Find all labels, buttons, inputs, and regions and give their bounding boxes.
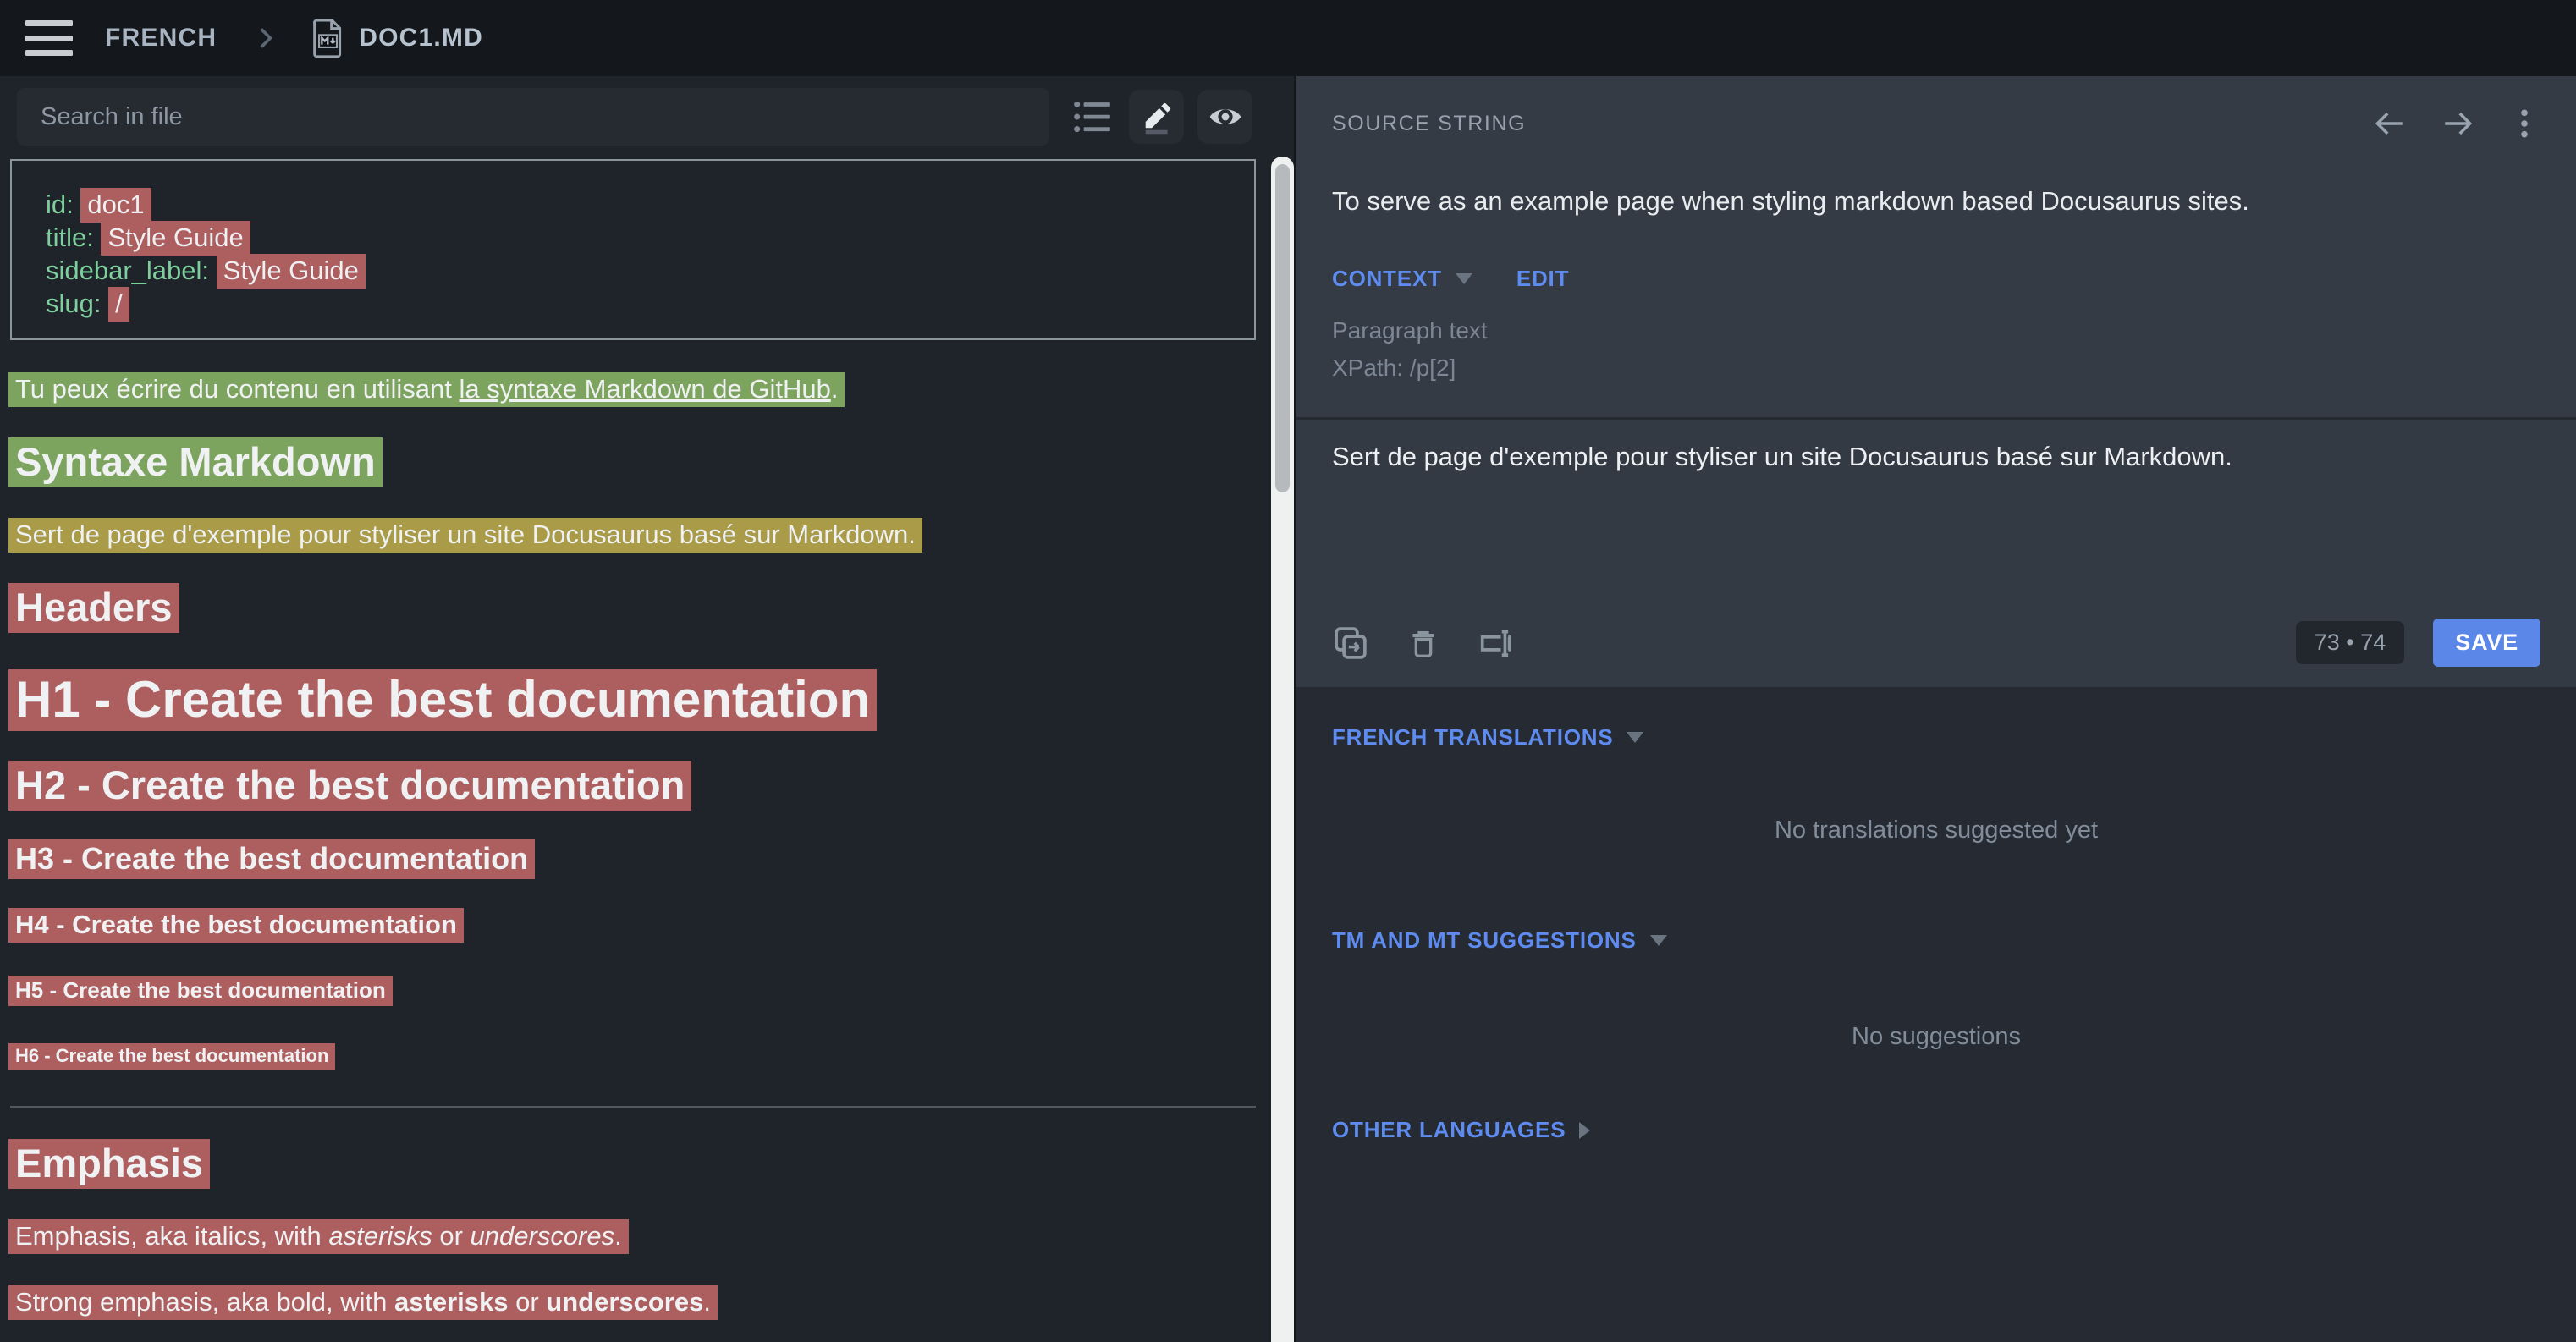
hamburger-icon	[25, 20, 73, 26]
horizontal-rule	[10, 1106, 1256, 1108]
scrollbar-track[interactable]	[1271, 157, 1294, 1342]
arrow-right-icon	[2439, 106, 2478, 141]
triangle-down-icon	[1650, 935, 1667, 946]
doc-heading-string-h6[interactable]: H6 - Create the best documentation	[8, 1044, 1261, 1067]
chevron-right-icon	[250, 21, 279, 55]
doc-heading-string-h2[interactable]: Headers	[8, 584, 1261, 631]
more-options-button[interactable]	[2508, 105, 2540, 142]
translation-panel: SOURCE STRING	[1296, 76, 2576, 1342]
menu-button[interactable]	[25, 20, 74, 56]
text-cursor-icon	[1478, 624, 1515, 662]
translation-editor-card: Sert de page d'exemple pour styliser un …	[1296, 420, 2576, 687]
source-string-card: SOURCE STRING	[1296, 76, 2576, 417]
topbar: FRENCH DOC1.MD	[0, 0, 2576, 76]
source-string-text: To serve as an example page when styling…	[1332, 186, 2540, 217]
search-input[interactable]	[17, 88, 1049, 146]
preview-mode-button[interactable]	[1197, 90, 1252, 144]
frontmatter-line[interactable]: id: doc1	[46, 188, 1220, 221]
context-row: CONTEXT EDIT	[1332, 266, 2540, 292]
doc-paragraph-string[interactable]: Emphasis, aka italics, with asterisks or…	[8, 1219, 1261, 1253]
scrollbar-thumb[interactable]	[1275, 164, 1290, 492]
kebab-menu-icon	[2508, 105, 2540, 142]
doc-heading-string-h3[interactable]: H3 - Create the best documentation	[8, 841, 1261, 877]
char-count-badge: 73 • 74	[2296, 621, 2405, 664]
next-string-button[interactable]	[2439, 106, 2478, 141]
frontmatter-line[interactable]: title: Style Guide	[46, 221, 1220, 254]
source-string-label: SOURCE STRING	[1332, 112, 1526, 136]
doc-heading-string-h2[interactable]: Emphasis	[8, 1140, 1261, 1187]
list-icon	[1070, 96, 1115, 138]
no-suggestions-message: No suggestions	[1332, 1023, 2540, 1051]
doc-blocks: Tu peux écrire du contenu en utilisant l…	[8, 372, 1261, 1319]
doc-heading-string-h2[interactable]: H2 - Create the best documentation	[8, 762, 1261, 809]
doc-paragraph-string[interactable]: Sert de page d'exemple pour styliser un …	[8, 518, 1261, 552]
copy-source-button[interactable]	[1332, 624, 1369, 662]
main-split: id: doc1title: Style Guidesidebar_label:…	[0, 76, 2576, 1342]
triangle-down-icon	[1627, 732, 1643, 743]
translation-input[interactable]: Sert de page d'exemple pour styliser un …	[1332, 442, 2540, 472]
triangle-right-icon	[1579, 1122, 1590, 1139]
doc-heading-string-h2[interactable]: Syntaxe Markdown	[8, 438, 1261, 486]
markdown-file-icon	[311, 18, 345, 58]
no-translations-message: No translations suggested yet	[1332, 817, 2540, 844]
breadcrumb: FRENCH DOC1.MD	[74, 18, 483, 58]
pencil-icon	[1139, 99, 1175, 135]
context-toggle[interactable]: CONTEXT	[1332, 266, 1472, 292]
copy-source-icon	[1332, 624, 1369, 662]
frontmatter-line[interactable]: sidebar_label: Style Guide	[46, 254, 1220, 287]
other-languages-toggle[interactable]: OTHER LANGUAGES	[1332, 1117, 1590, 1143]
file-toolbar	[0, 76, 1269, 146]
breadcrumb-project[interactable]: FRENCH	[105, 24, 217, 52]
delete-translation-button[interactable]	[1406, 624, 1440, 662]
eye-icon	[1206, 98, 1245, 135]
triangle-down-icon	[1456, 273, 1472, 284]
doc-heading-string-h1[interactable]: H1 - Create the best documentation	[8, 670, 1261, 729]
document-body: id: doc1title: Style Guidesidebar_label:…	[0, 146, 1269, 1342]
string-list-button[interactable]	[1070, 96, 1115, 138]
breadcrumb-file[interactable]: DOC1.MD	[359, 24, 483, 52]
trash-icon	[1406, 624, 1440, 662]
suggestions-area: FRENCH TRANSLATIONS No translations sugg…	[1296, 687, 2576, 1342]
app-window: FRENCH DOC1.MD	[0, 0, 2576, 1342]
editor-toolbar: 73 • 74 SAVE	[1332, 619, 2540, 687]
arrow-left-icon	[2370, 106, 2408, 141]
doc-paragraph-string[interactable]: Tu peux écrire du contenu en utilisant l…	[8, 372, 1261, 406]
doc-paragraph-string[interactable]: Strong emphasis, aka bold, with asterisk…	[8, 1285, 1261, 1319]
string-navigation	[2370, 105, 2540, 142]
source-string-header: SOURCE STRING	[1332, 105, 2540, 142]
edit-mode-button[interactable]	[1129, 90, 1184, 144]
doc-heading-string-h5[interactable]: H5 - Create the best documentation	[8, 976, 1261, 1004]
frontmatter-box: id: doc1title: Style Guidesidebar_label:…	[10, 159, 1256, 340]
context-xpath-text: XPath: /p[2]	[1332, 355, 2540, 382]
save-button[interactable]: SAVE	[2433, 619, 2540, 667]
context-type-text: Paragraph text	[1332, 317, 2540, 344]
edit-context-link[interactable]: EDIT	[1516, 266, 1569, 292]
scrollbar	[1269, 76, 1294, 1342]
tm-mt-suggestions-toggle[interactable]: TM AND MT SUGGESTIONS	[1332, 927, 1667, 954]
file-preview-panel: id: doc1title: Style Guidesidebar_label:…	[0, 76, 1269, 1342]
select-text-button[interactable]	[1478, 624, 1515, 662]
frontmatter-line[interactable]: slug: /	[46, 287, 1220, 320]
previous-string-button[interactable]	[2370, 106, 2408, 141]
french-translations-toggle[interactable]: FRENCH TRANSLATIONS	[1332, 724, 1643, 751]
doc-heading-string-h4[interactable]: H4 - Create the best documentation	[8, 909, 1261, 941]
